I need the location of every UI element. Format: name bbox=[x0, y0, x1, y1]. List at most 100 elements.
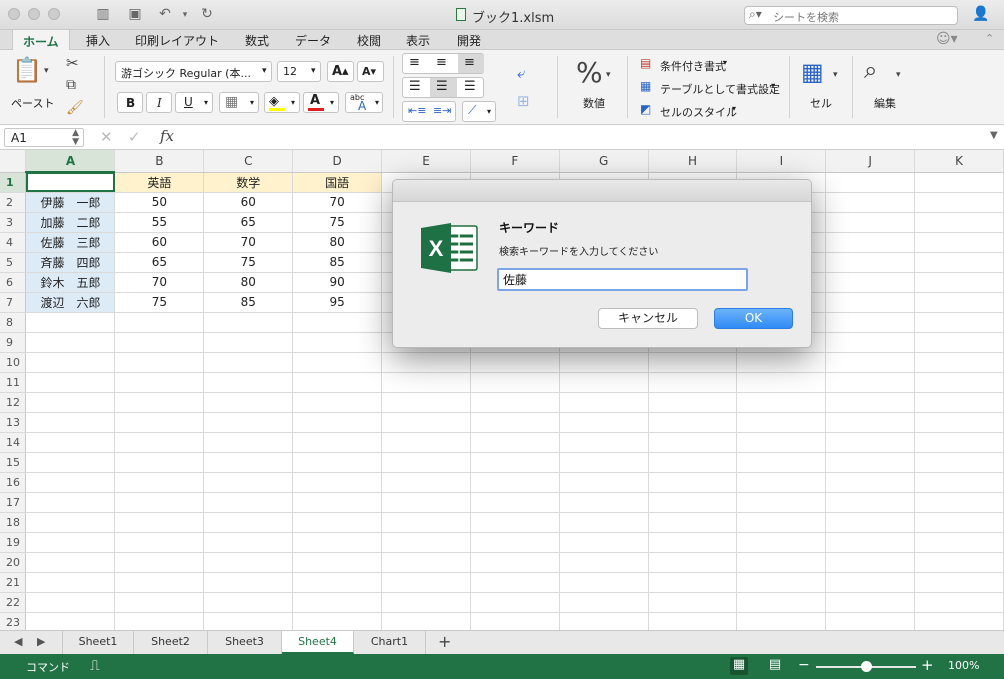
cell[interactable] bbox=[114, 572, 205, 593]
cell[interactable] bbox=[559, 512, 649, 533]
cell[interactable] bbox=[559, 472, 649, 493]
row-header[interactable]: 7 bbox=[0, 292, 27, 313]
cell[interactable] bbox=[292, 552, 383, 573]
cell[interactable] bbox=[114, 592, 205, 613]
cell[interactable] bbox=[203, 492, 294, 513]
cell[interactable] bbox=[292, 452, 383, 473]
cell[interactable] bbox=[381, 552, 471, 573]
font-color-button[interactable]: A ▾ bbox=[303, 92, 339, 113]
cancel-formula-icon[interactable]: ✕ bbox=[100, 128, 113, 146]
cell[interactable]: 60 bbox=[203, 192, 294, 213]
column-header[interactable]: C bbox=[203, 150, 294, 173]
cell[interactable] bbox=[203, 412, 294, 433]
cell[interactable] bbox=[648, 392, 738, 413]
cell[interactable] bbox=[25, 332, 116, 353]
cell[interactable] bbox=[825, 612, 916, 630]
tab-page-layout[interactable]: 印刷レイアウト bbox=[131, 32, 223, 49]
sheet-tab[interactable]: Chart1 bbox=[354, 631, 426, 654]
cell[interactable] bbox=[203, 392, 294, 413]
cell[interactable] bbox=[825, 432, 916, 453]
macro-record-icon[interactable]: ⎍ bbox=[90, 658, 100, 674]
row-header[interactable]: 14 bbox=[0, 432, 27, 453]
save-icon[interactable]: ▣ bbox=[126, 6, 144, 22]
cell[interactable] bbox=[736, 572, 827, 593]
cell[interactable] bbox=[203, 512, 294, 533]
cell[interactable] bbox=[470, 552, 560, 573]
cell[interactable] bbox=[914, 472, 1004, 493]
cell[interactable] bbox=[825, 512, 916, 533]
cell[interactable] bbox=[470, 612, 560, 630]
cell[interactable] bbox=[25, 352, 116, 373]
row-header[interactable]: 11 bbox=[0, 372, 27, 393]
expand-formula-icon[interactable]: ▼ bbox=[990, 130, 998, 141]
column-header[interactable]: J bbox=[825, 150, 916, 173]
cell[interactable] bbox=[648, 352, 738, 373]
cell[interactable] bbox=[825, 192, 916, 213]
cell[interactable] bbox=[25, 312, 116, 333]
cell[interactable] bbox=[736, 492, 827, 513]
cell[interactable] bbox=[914, 452, 1004, 473]
cell[interactable] bbox=[470, 492, 560, 513]
font-size-select[interactable]: 12 ▾ bbox=[277, 61, 321, 82]
cell[interactable] bbox=[825, 212, 916, 233]
cell[interactable] bbox=[203, 592, 294, 613]
decrease-indent-icon[interactable]: ⇤≡ bbox=[408, 104, 426, 117]
cell[interactable] bbox=[25, 532, 116, 553]
row-header[interactable]: 17 bbox=[0, 492, 27, 513]
magnifier-icon[interactable]: ⌕ bbox=[864, 56, 877, 84]
cell[interactable] bbox=[736, 432, 827, 453]
cell[interactable] bbox=[381, 412, 471, 433]
cell[interactable]: 95 bbox=[292, 292, 383, 313]
cell[interactable] bbox=[825, 172, 916, 193]
zoom-slider-thumb[interactable] bbox=[861, 661, 872, 672]
cell[interactable] bbox=[825, 372, 916, 393]
cell[interactable] bbox=[381, 572, 471, 593]
cell[interactable] bbox=[470, 372, 560, 393]
align-center-icon[interactable]: ☰ bbox=[436, 79, 448, 94]
decrease-font-button[interactable]: A▾ bbox=[357, 61, 384, 82]
align-top-icon[interactable]: ≡ bbox=[409, 55, 420, 70]
cell[interactable] bbox=[559, 492, 649, 513]
tab-home[interactable]: ホーム bbox=[12, 29, 70, 50]
cell[interactable] bbox=[292, 612, 383, 630]
cell[interactable] bbox=[559, 392, 649, 413]
cell[interactable]: 70 bbox=[292, 192, 383, 213]
phonetic-button[interactable]: abc A ▾ bbox=[345, 92, 383, 113]
cell[interactable] bbox=[470, 472, 560, 493]
cell[interactable] bbox=[292, 392, 383, 413]
cell[interactable] bbox=[25, 612, 116, 630]
cell[interactable]: 伊藤 一郎 bbox=[25, 192, 116, 213]
cell[interactable]: 70 bbox=[203, 232, 294, 253]
cell[interactable]: 佐藤 三郎 bbox=[25, 232, 116, 253]
cell[interactable] bbox=[470, 432, 560, 453]
redo-icon[interactable]: ↻ bbox=[198, 6, 216, 22]
merge-center-icon[interactable]: ⊞ bbox=[517, 92, 530, 110]
cell[interactable] bbox=[736, 452, 827, 473]
bold-button[interactable]: B bbox=[117, 92, 143, 113]
cell[interactable]: 65 bbox=[114, 252, 205, 273]
cell[interactable] bbox=[114, 412, 205, 433]
tab-view[interactable]: 表示 bbox=[402, 32, 434, 49]
row-header[interactable]: 5 bbox=[0, 252, 27, 273]
cell[interactable] bbox=[648, 572, 738, 593]
cell[interactable] bbox=[114, 552, 205, 573]
cell[interactable] bbox=[381, 612, 471, 630]
row-header[interactable]: 20 bbox=[0, 552, 27, 573]
sidebar-toggle-icon[interactable]: ▥ bbox=[94, 6, 112, 22]
cell[interactable] bbox=[825, 572, 916, 593]
cell[interactable] bbox=[914, 532, 1004, 553]
cell[interactable] bbox=[736, 372, 827, 393]
cell[interactable] bbox=[825, 472, 916, 493]
cells-dropdown-icon[interactable]: ▾ bbox=[833, 70, 838, 80]
cell[interactable] bbox=[381, 392, 471, 413]
cell[interactable] bbox=[914, 312, 1004, 333]
insert-function-button[interactable]: fx bbox=[160, 127, 174, 145]
cell[interactable] bbox=[736, 472, 827, 493]
cell[interactable] bbox=[381, 352, 471, 373]
cell[interactable] bbox=[292, 472, 383, 493]
cell[interactable] bbox=[825, 552, 916, 573]
cell[interactable] bbox=[292, 432, 383, 453]
percent-number-icon[interactable]: % bbox=[576, 56, 603, 89]
tab-data[interactable]: データ bbox=[291, 32, 335, 49]
share-user-icon[interactable]: 👤 bbox=[972, 6, 989, 22]
